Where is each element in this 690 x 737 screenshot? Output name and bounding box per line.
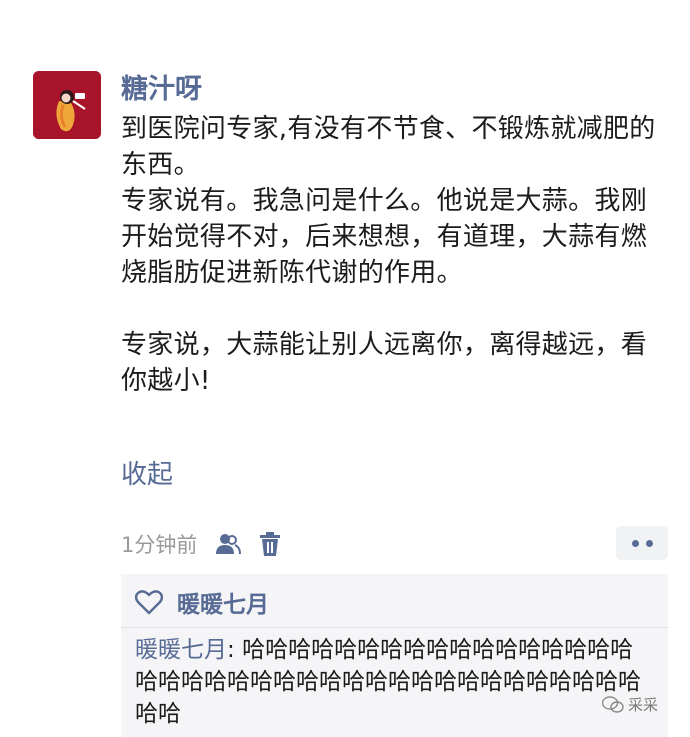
post-line: 到医院问专家,有没有不节食、不锻炼就减肥的东西。 — [121, 114, 656, 180]
heart-outline-icon — [135, 589, 163, 615]
post-timestamp: 1分钟前 — [121, 533, 198, 557]
comment-item[interactable]: 暖暖七月: 哈哈哈哈哈哈哈哈哈哈哈哈哈哈哈哈哈哈哈哈哈哈哈哈哈哈哈哈哈哈哈哈哈哈… — [135, 634, 655, 730]
more-dots-icon — [645, 539, 653, 547]
panel-divider — [121, 627, 668, 628]
post-author-name[interactable]: 糖汁呀 — [121, 72, 202, 108]
more-options-button[interactable] — [616, 526, 668, 560]
avatar-illustration — [33, 71, 101, 139]
collapse-link[interactable]: 收起 — [121, 457, 173, 493]
comment-author[interactable]: 暖暖七月 — [135, 637, 227, 663]
comment-separator: : — [227, 637, 243, 663]
watermark-text: 采采 — [628, 696, 659, 714]
avatar[interactable] — [33, 71, 101, 139]
trash-icon[interactable] — [259, 531, 281, 557]
watermark: 采采 — [602, 694, 658, 715]
like-user-name[interactable]: 暖暖七月 — [177, 585, 269, 619]
likes-row: 暖暖七月 — [135, 582, 269, 622]
people-icon[interactable] — [215, 531, 242, 557]
post-meta-row: 1分钟前 — [121, 526, 281, 562]
more-dots-icon — [631, 539, 639, 547]
post-line: 专家说，大蒜能让别人远离你，离得越远，看你越小! — [121, 330, 648, 396]
post-line: 专家说有。我急问是什么。他说是大蒜。我刚开始觉得不对，后来想想，有道理，大蒜有燃… — [121, 186, 648, 288]
interaction-panel: 暖暖七月 暖暖七月: 哈哈哈哈哈哈哈哈哈哈哈哈哈哈哈哈哈哈哈哈哈哈哈哈哈哈哈哈哈… — [121, 574, 668, 737]
wechat-logo-icon — [602, 695, 624, 713]
post-body: 到医院问专家,有没有不节食、不锻炼就减肥的东西。 专家说有。我急问是什么。他说是… — [121, 111, 666, 399]
